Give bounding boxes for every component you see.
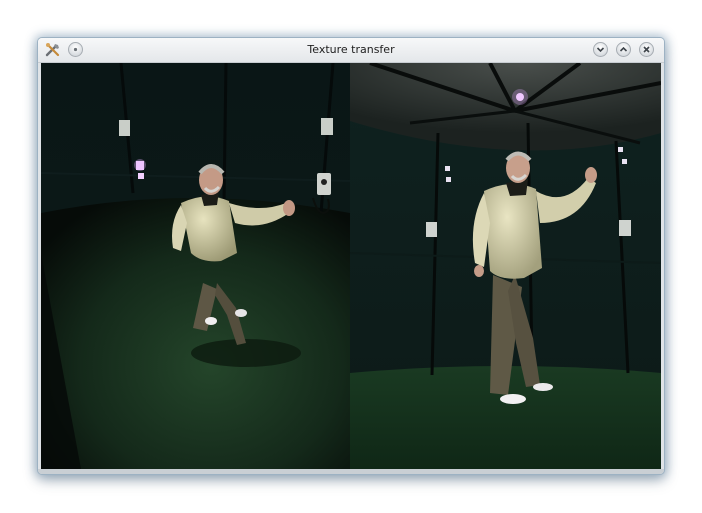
texture-transfer-window: Texture transfer	[38, 38, 664, 474]
target-render-image	[350, 63, 661, 469]
window-bottom-border	[38, 469, 664, 474]
close-icon	[643, 46, 650, 53]
titlebar[interactable]: Texture transfer	[38, 38, 664, 63]
source-render-image	[41, 63, 350, 469]
image-area	[41, 63, 661, 469]
target-render	[350, 63, 661, 469]
minimize-button[interactable]	[593, 42, 608, 57]
close-button[interactable]	[639, 42, 654, 57]
chevron-down-icon	[596, 47, 605, 53]
window-title: Texture transfer	[307, 43, 395, 56]
desktop: Texture transfer	[0, 0, 702, 513]
maximize-button[interactable]	[616, 42, 631, 57]
source-render	[41, 63, 350, 469]
chevron-up-icon	[619, 46, 628, 52]
